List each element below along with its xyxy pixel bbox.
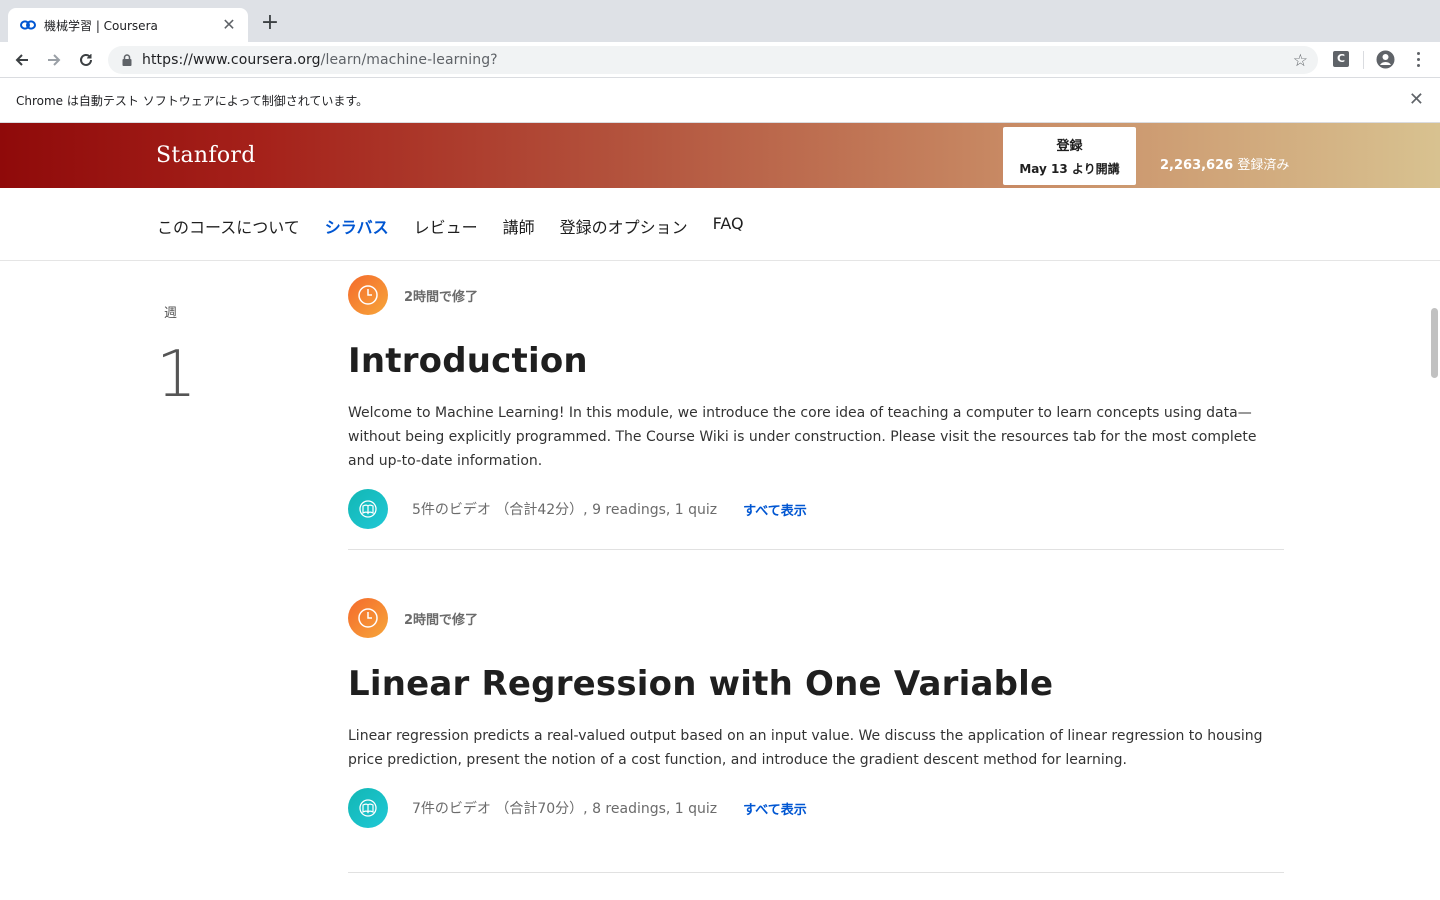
- show-all-link[interactable]: すべて表示: [743, 500, 807, 519]
- module-card: 2時間で修了 Linear Regression with One Variab…: [348, 598, 1284, 828]
- module-meta: 5件のビデオ （合計42分）, 9 readings, 1 quiz すべて表示: [348, 489, 1284, 529]
- url-text: https://www.coursera.org/learn/machine-l…: [142, 52, 498, 68]
- duration-text: 2時間で修了: [404, 289, 479, 305]
- clock-icon: [348, 598, 388, 638]
- module-divider: [348, 549, 1284, 550]
- nav-item-faq[interactable]: FAQ: [713, 214, 744, 238]
- module-meta-text: 5件のビデオ （合計42分）, 9 readings, 1 quiz: [412, 502, 718, 518]
- enroll-label: 登録: [1056, 139, 1083, 154]
- address-bar[interactable]: https://www.coursera.org/learn/machine-l…: [108, 46, 1318, 74]
- nav-item-enrollment-options[interactable]: 登録のオプション: [560, 214, 688, 238]
- enrolled-number: 2,263,626: [1160, 158, 1234, 173]
- enroll-button[interactable]: 登録 May 13 より開講: [1003, 127, 1136, 185]
- browser-toolbar: https://www.coursera.org/learn/machine-l…: [0, 42, 1440, 78]
- nav-item-about[interactable]: このコースについて: [157, 214, 300, 238]
- module-description: Welcome to Machine Learning! In this mod…: [348, 405, 1257, 469]
- extension-icon[interactable]: C: [1333, 51, 1349, 67]
- bookmark-star-icon[interactable]: ☆: [1293, 51, 1308, 71]
- forward-icon[interactable]: [42, 48, 66, 72]
- enrolled-suffix: 登録済み: [1233, 158, 1290, 173]
- duration-text: 2時間で修了: [404, 612, 479, 628]
- scrollbar-thumb[interactable]: [1431, 308, 1438, 378]
- url-path: /learn/machine-learning?: [320, 52, 498, 68]
- course-nav: このコースについて シラバス レビュー 講師 登録のオプション FAQ: [0, 188, 1440, 261]
- nav-item-syllabus[interactable]: シラバス: [325, 214, 389, 238]
- module-duration: 2時間で修了: [348, 598, 1284, 638]
- coursera-favicon-icon: [20, 17, 36, 33]
- week-label: 週: [164, 306, 178, 321]
- nav-item-reviews[interactable]: レビュー: [414, 214, 478, 238]
- toolbar-separator: [1363, 51, 1364, 69]
- module-divider: [348, 872, 1284, 873]
- infobar-text: Chrome は自動テスト ソフトウェアによって制御されています。: [16, 94, 369, 108]
- infobar-close-icon[interactable]: ✕: [1409, 91, 1424, 109]
- clock-icon: [348, 275, 388, 315]
- module-meta: 7件のビデオ （合計70分）, 8 readings, 1 quiz すべて表示: [348, 788, 1284, 828]
- browser-tab[interactable]: 機械学習 | Coursera ✕: [8, 8, 248, 42]
- new-tab-icon[interactable]: +: [258, 12, 282, 36]
- module-description: Linear regression predicts a real-valued…: [348, 728, 1263, 768]
- week-number: 1: [156, 338, 197, 412]
- enrolled-count: 2,263,626 登録済み: [1160, 154, 1289, 173]
- tab-title: 機械学習 | Coursera: [44, 18, 158, 33]
- tab-close-icon[interactable]: ✕: [220, 16, 238, 34]
- nav-item-instructors[interactable]: 講師: [503, 214, 535, 238]
- profile-icon[interactable]: [1376, 50, 1395, 69]
- book-icon: [348, 489, 388, 529]
- automation-infobar: Chrome は自動テスト ソフトウェアによって制御されています。 ✕: [0, 79, 1440, 123]
- module-meta-text: 7件のビデオ （合計70分）, 8 readings, 1 quiz: [412, 801, 718, 817]
- module-card: 2時間で修了 Introduction Welcome to Machine L…: [348, 275, 1284, 529]
- tab-strip: 機械学習 | Coursera ✕ +: [0, 0, 1440, 42]
- partner-header: Stanford 登録 May 13 より開講 2,263,626 登録済み: [0, 123, 1440, 188]
- stanford-logo[interactable]: Stanford: [156, 143, 256, 168]
- module-title: Introduction: [348, 341, 588, 381]
- browser-menu-icon[interactable]: [1410, 50, 1426, 69]
- show-all-link[interactable]: すべて表示: [743, 799, 807, 818]
- enroll-start-date: May 13 より開講: [1019, 162, 1120, 176]
- module-duration: 2時間で修了: [348, 275, 1284, 315]
- book-icon: [348, 788, 388, 828]
- back-icon[interactable]: [10, 48, 34, 72]
- url-host: https://www.coursera.org: [142, 52, 321, 68]
- reload-icon[interactable]: [74, 48, 98, 72]
- lock-icon: [120, 53, 134, 67]
- module-title: Linear Regression with One Variable: [348, 664, 1054, 704]
